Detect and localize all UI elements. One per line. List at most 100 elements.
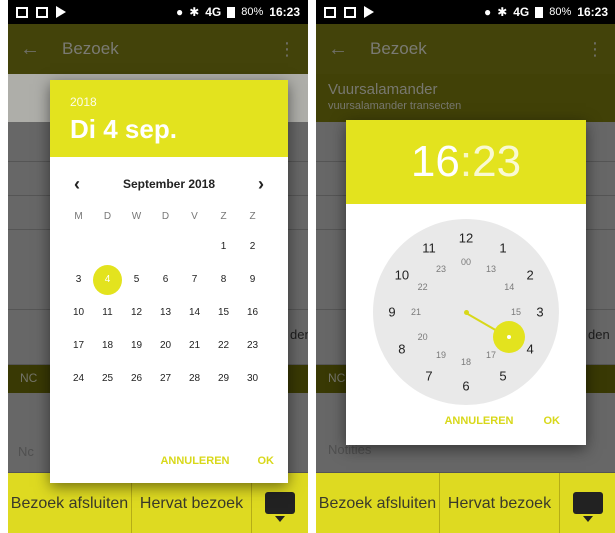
clock-hour-inner[interactable]: 19 xyxy=(436,350,446,360)
calendar-day[interactable]: 1 xyxy=(209,230,238,263)
calendar-day[interactable]: 23 xyxy=(238,329,267,362)
weekday-label: V xyxy=(191,211,198,222)
clock-hour[interactable]: 6 xyxy=(462,379,469,394)
clock-hour-inner[interactable]: 13 xyxy=(486,264,496,274)
hour-display[interactable]: 16 xyxy=(411,137,460,187)
calendar-grid: 1 2 3 4 5 6 7 8 9 10 11 12 13 14 15 16 17 18 19 20 21 22 23 24 2… xyxy=(50,230,288,395)
gallery-icon xyxy=(16,6,28,18)
clock-hour-inner[interactable]: 20 xyxy=(418,332,428,342)
clock-hour-inner[interactable]: 17 xyxy=(486,350,496,360)
calendar-day[interactable]: 10 xyxy=(64,296,93,329)
bluetooth-icon: ✱ xyxy=(189,5,200,19)
time-header: 16 : 23 xyxy=(346,120,586,204)
calendar-day[interactable]: 25 xyxy=(93,362,122,395)
clock-hour-inner[interactable]: 22 xyxy=(418,282,428,292)
calendar-day[interactable]: 20 xyxy=(151,329,180,362)
network-label: 4G xyxy=(513,5,530,19)
play-icon xyxy=(56,6,66,18)
month-navigation: ‹ September 2018 › xyxy=(50,157,288,211)
keyboard-button[interactable] xyxy=(560,473,615,533)
dialog-actions: ANNULEREN OK xyxy=(444,415,560,427)
selected-year[interactable]: 2018 xyxy=(70,95,268,109)
calendar-day[interactable]: 29 xyxy=(209,362,238,395)
end-visit-button[interactable]: Bezoek afsluiten xyxy=(316,473,440,533)
clock-hour-inner[interactable]: 23 xyxy=(436,264,446,274)
clock-hour[interactable]: 11 xyxy=(422,240,436,255)
clock-hour[interactable]: 7 xyxy=(425,369,432,384)
clock-hour[interactable]: 2 xyxy=(526,268,533,283)
calendar-day[interactable]: 24 xyxy=(64,362,93,395)
calendar-day[interactable]: 17 xyxy=(64,329,93,362)
calendar-day[interactable]: 12 xyxy=(122,296,151,329)
calendar-day[interactable]: 22 xyxy=(209,329,238,362)
clock-hour[interactable]: 1 xyxy=(499,240,506,255)
calendar-day[interactable]: 13 xyxy=(151,296,180,329)
weekday-label: W xyxy=(131,211,142,222)
previous-month-icon[interactable]: ‹ xyxy=(74,174,80,195)
calendar-day[interactable]: 15 xyxy=(209,296,238,329)
calendar-day[interactable]: 14 xyxy=(180,296,209,329)
clock-hour-inner[interactable]: 15 xyxy=(511,307,521,317)
ok-button[interactable]: OK xyxy=(544,415,561,427)
calendar-day[interactable]: 27 xyxy=(151,362,180,395)
location-icon: ● xyxy=(175,5,184,19)
selected-date[interactable]: Di 4 sep. xyxy=(70,114,268,145)
clock-hour[interactable]: 5 xyxy=(499,369,506,384)
clock-hour[interactable]: 8 xyxy=(398,342,405,357)
calendar-day[interactable]: 11 xyxy=(93,296,122,329)
calendar-blank xyxy=(180,230,209,263)
calendar-blank xyxy=(93,230,122,263)
date-header: 2018 Di 4 sep. xyxy=(50,80,288,157)
clock-hour[interactable]: 12 xyxy=(459,231,473,246)
calendar-day[interactable]: 7 xyxy=(180,263,209,296)
clock-hour[interactable]: 4 xyxy=(526,342,533,357)
clock-hour-inner[interactable]: 14 xyxy=(504,282,514,292)
calendar-day[interactable]: 4 xyxy=(93,263,122,296)
calendar-blank xyxy=(64,230,93,263)
clock-hour[interactable]: 3 xyxy=(536,305,543,320)
calendar-day[interactable]: 3 xyxy=(64,263,93,296)
calendar-day[interactable]: 21 xyxy=(180,329,209,362)
cancel-button[interactable]: ANNULEREN xyxy=(160,455,229,467)
clock-time: 16:23 xyxy=(577,5,608,19)
resume-visit-button[interactable]: Hervat bezoek xyxy=(440,473,560,533)
bluetooth-icon: ✱ xyxy=(497,5,508,19)
cancel-button[interactable]: ANNULEREN xyxy=(444,415,513,427)
location-icon: ● xyxy=(483,5,492,19)
status-bar: ● ✱ 4G 80% 16:23 xyxy=(316,0,615,24)
clock-hour[interactable]: 10 xyxy=(395,268,409,283)
calendar-day[interactable]: 30 xyxy=(238,362,267,395)
calendar-blank xyxy=(151,230,180,263)
calendar-day[interactable]: 18 xyxy=(93,329,122,362)
clock-hour-inner[interactable]: 21 xyxy=(411,307,421,317)
image-icon xyxy=(344,6,356,18)
clock-hour-inner[interactable]: 18 xyxy=(461,357,471,367)
calendar-day[interactable]: 9 xyxy=(238,263,267,296)
keyboard-icon xyxy=(265,492,295,522)
next-month-icon[interactable]: › xyxy=(258,174,264,195)
calendar-day[interactable]: 2 xyxy=(238,230,267,263)
calendar-day[interactable]: 19 xyxy=(122,329,151,362)
clock-hour-inner[interactable]: 00 xyxy=(461,257,471,267)
battery-icon xyxy=(227,6,236,18)
ok-button[interactable]: OK xyxy=(258,455,275,467)
clock-hour[interactable]: 9 xyxy=(388,305,395,320)
clock-selector-knob[interactable] xyxy=(493,321,526,353)
calendar-day[interactable]: 8 xyxy=(209,263,238,296)
battery-percent: 80% xyxy=(549,6,572,18)
battery-icon xyxy=(535,6,544,18)
calendar-day[interactable]: 26 xyxy=(122,362,151,395)
weekday-label: D xyxy=(161,211,170,222)
calendar-day[interactable]: 5 xyxy=(122,263,151,296)
calendar-day[interactable]: 28 xyxy=(180,362,209,395)
calendar-day[interactable]: 6 xyxy=(151,263,180,296)
minute-display[interactable]: 23 xyxy=(472,137,521,187)
time-separator: : xyxy=(459,137,473,186)
weekday-label: D xyxy=(103,211,112,222)
clock-face[interactable]: 121234567891011001314151617181920212223 xyxy=(373,219,559,405)
battery-percent: 80% xyxy=(241,6,264,18)
calendar-blank xyxy=(122,230,151,263)
keyboard-icon xyxy=(573,492,603,522)
calendar-day[interactable]: 16 xyxy=(238,296,267,329)
weekday-label: M xyxy=(74,211,83,222)
